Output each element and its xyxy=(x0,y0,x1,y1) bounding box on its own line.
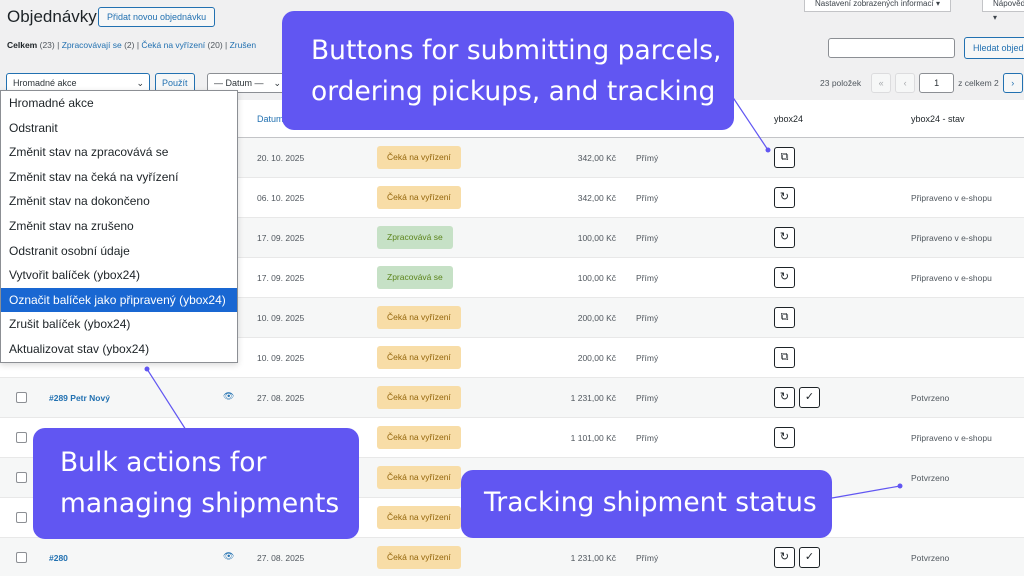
callout-bulk-actions: Bulk actions for managing shipments xyxy=(33,428,359,539)
connector-tracking xyxy=(831,485,901,499)
callout-tracking: Tracking shipment status xyxy=(461,470,832,538)
connector-bulk xyxy=(146,368,187,431)
connector-dot xyxy=(144,366,150,372)
connector-dot xyxy=(765,147,771,153)
connector-dot xyxy=(897,483,903,489)
callout-buttons: Buttons for submitting parcels, ordering… xyxy=(282,11,734,130)
connector-buttons xyxy=(731,95,769,151)
